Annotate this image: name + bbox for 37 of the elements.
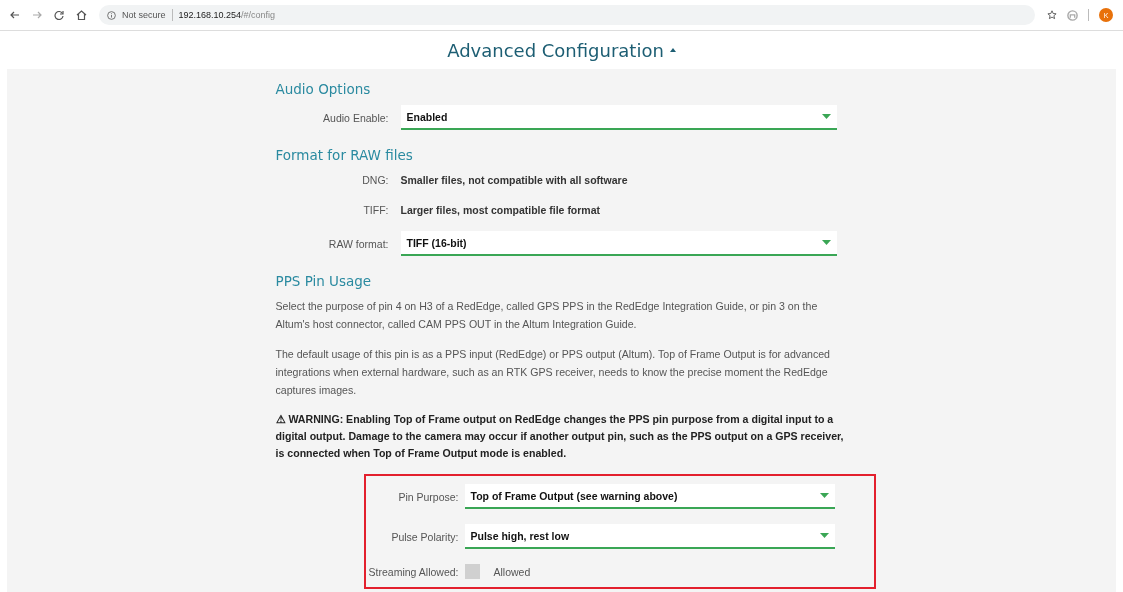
info-icon[interactable] <box>107 10 116 20</box>
url-text: 192.168.10.254/#/config <box>178 10 276 20</box>
dropdown-arrow-icon <box>821 114 831 119</box>
dropdown[interactable]: TIFF (16-bit) <box>400 231 837 256</box>
field-label: Streaming Allowed: <box>367 565 459 578</box>
field-label: Pin Purpose: <box>397 490 459 503</box>
security-label: Not secure <box>122 10 166 20</box>
format-description: Larger files, most compatible file format <box>400 204 602 216</box>
back-icon[interactable] <box>10 10 20 20</box>
address-bar[interactable]: Not secure 192.168.10.254/#/config <box>99 5 1035 25</box>
dropdown[interactable]: Enabled <box>400 105 837 130</box>
section-heading: PPS Pin Usage <box>275 273 373 289</box>
dropdown[interactable]: Pulse high, rest low <box>464 524 835 549</box>
star-icon[interactable] <box>1047 10 1057 20</box>
field-label: RAW format: <box>327 237 389 250</box>
home-icon[interactable] <box>76 10 87 20</box>
extension-icon[interactable] <box>1067 9 1078 21</box>
format-label: TIFF: <box>362 204 389 216</box>
format-label: DNG: <box>361 174 389 186</box>
section-heading: Format for RAW files <box>275 147 414 163</box>
description-paragraph: The default usage of this pin is as a PPS input (RedEdge) or PPS output (Altum). Top of Frame Output is for advanced integrations when external hardware, such as an RTK GPS receiver, needs to know the precise moment the RedEdge captures images. <box>275 347 831 398</box>
dropdown-arrow-icon <box>819 533 829 538</box>
checkbox[interactable] <box>464 564 480 579</box>
section-heading: Audio Options <box>275 81 372 97</box>
description-paragraph: Select the purpose of pin 4 on H3 of a RedEdge, called GPS PPS in the RedEdge Integration Guide, or pin 3 on the Altum's host connector, called CAM PPS OUT in the Altum Integration Guide. <box>275 299 819 332</box>
dropdown-arrow-icon <box>819 493 829 498</box>
dropdown[interactable]: Top of Frame Output (see warning above) <box>464 484 835 509</box>
caret-up-icon[interactable] <box>669 48 676 52</box>
page-title: Advanced Configuration <box>447 39 664 61</box>
field-label: Pulse Polarity: <box>390 530 459 543</box>
checkbox-label[interactable]: Allowed <box>493 565 531 578</box>
warning-paragraph: ⚠ WARNING: Enabling Top of Frame output on RedEdge changes the PPS pin purpose from a digital input to a digital output. Damage to the camera may occur if another output pin, such as the PPS output on a GPS receiver, is connected when Top of Frame Output mode is enabled. <box>275 412 845 461</box>
dropdown-arrow-icon <box>821 240 831 245</box>
forward-icon[interactable] <box>32 10 42 20</box>
reload-icon[interactable] <box>54 10 64 20</box>
field-label: Audio Enable: <box>322 111 389 124</box>
format-description: Smaller files, not compatible with all software <box>400 174 629 186</box>
